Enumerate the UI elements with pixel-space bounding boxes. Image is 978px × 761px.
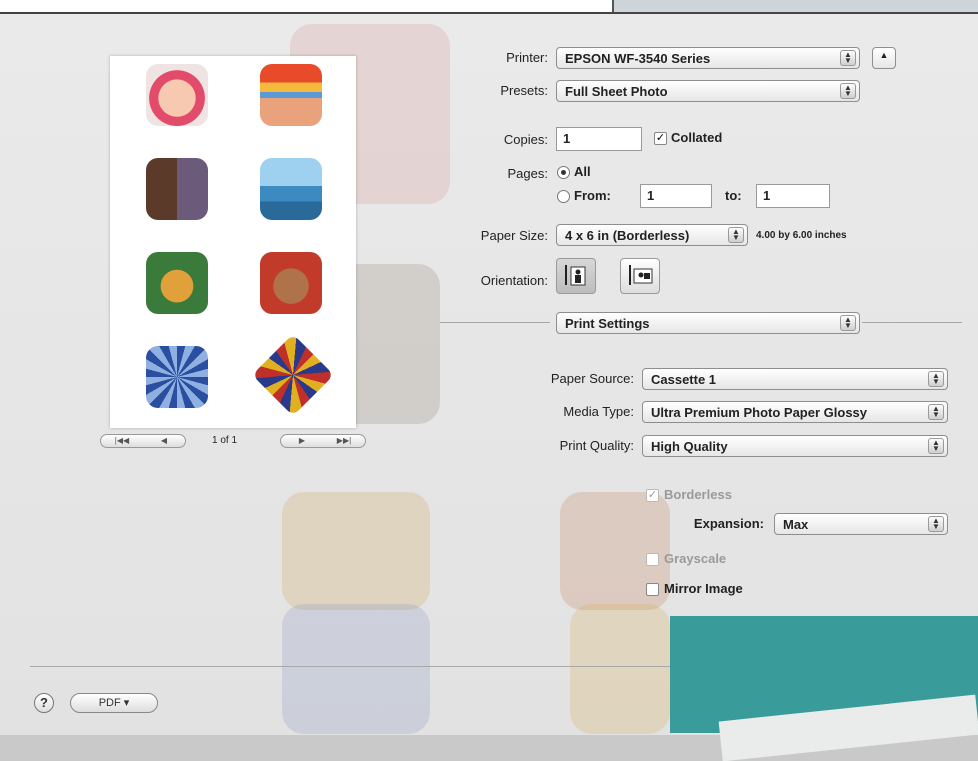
kaleidoscope-blue-thumbnail [146,346,208,408]
paper-size-label: Paper Size: [480,228,548,243]
paper-source-value: Cassette 1 [651,372,717,387]
help-button[interactable]: ? [34,693,54,713]
pages-to-field[interactable]: 1 [756,184,830,208]
paper-source-popup[interactable]: Cassette 1 ▲ ▼ [642,368,948,390]
popup-arrows-icon: ▲ ▼ [928,404,944,420]
disclosure-button[interactable]: ▲ [872,47,896,69]
mirror-image-checkbox[interactable] [646,583,659,596]
pages-all-radio[interactable] [557,166,570,179]
printer-popup[interactable]: EPSON WF-3540 Series ▲ ▼ [556,47,860,69]
expansion-value: Max [783,517,809,532]
section-separator-right [862,322,962,323]
borderless-label: Borderless [664,487,732,502]
expansion-label: Expansion: [693,516,764,531]
copies-field[interactable]: 1 [556,127,642,151]
pages-from-field[interactable]: 1 [640,184,712,208]
popup-arrows-icon: ▲ ▼ [840,50,856,66]
orientation-label: Orientation: [480,273,548,288]
mirror-image-label: Mirror Image [664,581,743,596]
collated-checkbox[interactable]: ✓ [654,132,667,145]
print-preview-page [110,56,356,428]
media-type-popup[interactable]: Ultra Premium Photo Paper Glossy ▲ ▼ [642,401,948,423]
section-separator-left [440,322,550,323]
popup-arrows-icon: ▲ ▼ [840,83,856,99]
preview-next-last-buttons[interactable]: ▶ ▶▶| [280,434,366,448]
first-page-icon[interactable]: |◀◀ [101,435,143,447]
printer-value: EPSON WF-3540 Series [565,51,711,66]
pages-from-radio[interactable] [557,190,570,203]
photo-friends-thumbnail [146,158,208,220]
footer-separator [30,666,670,667]
background-photo [282,492,430,610]
media-type-label: Media Type: [563,404,634,419]
next-page-icon[interactable]: ▶ [281,435,323,447]
collated-label: Collated [671,130,723,145]
presets-popup[interactable]: Full Sheet Photo ▲ ▼ [556,80,860,102]
print-quality-popup[interactable]: High Quality ▲ ▼ [642,435,948,457]
section-popup[interactable]: Print Settings ▲ ▼ [556,312,860,334]
pages-all-label: All [574,164,591,179]
photo-baby-thumbnail [146,64,208,126]
orientation-portrait-button[interactable] [556,258,596,294]
photo-dog-thumbnail [146,252,208,314]
popup-arrows-icon: ▲ ▼ [928,516,944,532]
media-type-value: Ultra Premium Photo Paper Glossy [651,405,868,420]
paper-size-value: 4 x 6 in (Borderless) [565,228,690,243]
orientation-landscape-button[interactable] [620,258,660,294]
expansion-popup[interactable]: Max ▲ ▼ [774,513,948,535]
paper-dimensions: 4.00 by 6.00 inches [756,230,847,241]
presets-label: Presets: [500,83,548,98]
print-quality-label: Print Quality: [559,438,634,453]
copies-label: Copies: [503,132,548,147]
borderless-checkbox[interactable]: ✓ [646,489,659,502]
photo-cat-thumbnail [260,252,322,314]
popup-arrows-icon: ▲ ▼ [928,371,944,387]
popup-arrows-icon: ▲ ▼ [928,438,944,454]
pages-from-label: From: [574,188,611,203]
previous-page-icon[interactable]: ◀ [143,435,185,447]
grayscale-checkbox[interactable] [646,553,659,566]
paper-source-label: Paper Source: [550,371,634,386]
background-photo [570,604,670,734]
page-indicator: 1 of 1 [212,435,238,446]
landscape-icon [629,265,653,285]
last-page-icon[interactable]: ▶▶| [323,435,365,447]
disclosure-triangle-icon: ▲ [879,50,889,60]
popup-arrows-icon: ▲ ▼ [840,315,856,331]
pages-label: Pages: [507,166,548,181]
printer-label: Printer: [506,50,548,65]
kaleidoscope-diamond-thumbnail [251,333,335,417]
section-value: Print Settings [565,316,650,331]
presets-value: Full Sheet Photo [565,84,668,99]
background-photo [282,604,430,734]
photo-child-hat-thumbnail [260,64,322,126]
pages-to-label: to: [725,188,742,203]
paper-size-popup[interactable]: 4 x 6 in (Borderless) ▲ ▼ [556,224,748,246]
pdf-button[interactable]: PDF ▾ [70,693,158,713]
grayscale-label: Grayscale [664,551,727,566]
preview-first-prev-buttons[interactable]: |◀◀ ◀ [100,434,186,448]
print-quality-value: High Quality [651,439,728,454]
photo-kayak-thumbnail [260,158,322,220]
popup-arrows-icon: ▲ ▼ [728,227,744,243]
portrait-icon [565,265,586,286]
